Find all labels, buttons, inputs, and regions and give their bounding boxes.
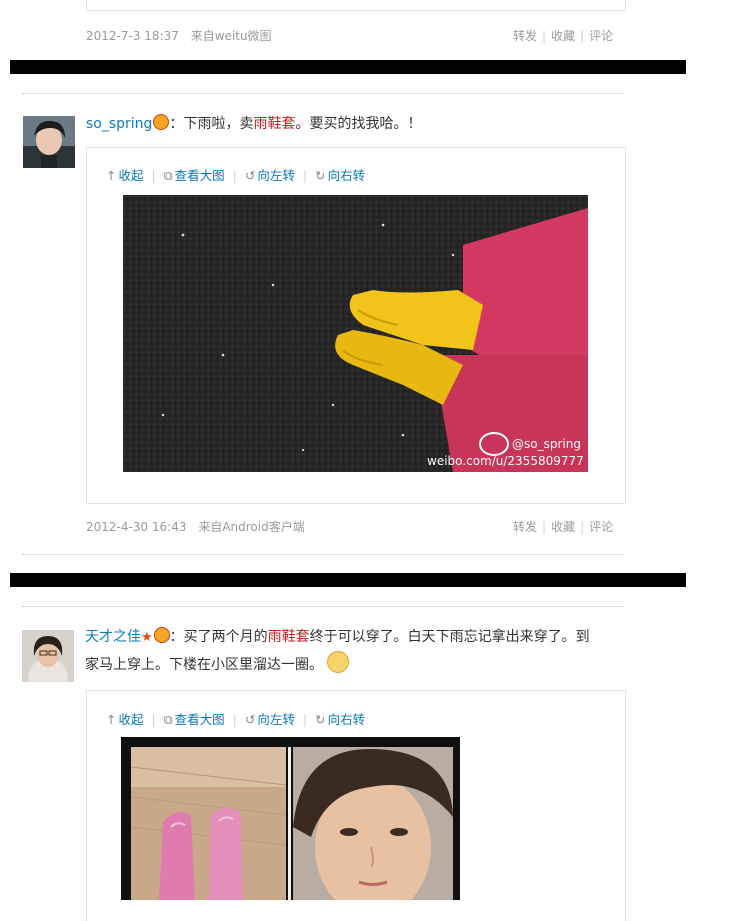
divider-bar — [10, 573, 686, 587]
rotate-left-label: 向左转 — [257, 712, 295, 727]
avatar[interactable] — [23, 116, 75, 168]
view-large-label: 查看大图 — [174, 712, 225, 727]
crown-emoji-icon — [153, 627, 170, 643]
separator: | — [542, 520, 547, 534]
post0-date[interactable]: 2012-7-3 18:37 — [86, 29, 179, 43]
post2-keyword-link[interactable]: 雨鞋套 — [268, 629, 310, 645]
up-arrow-icon: ↑ — [106, 712, 117, 727]
post2-colon: ： — [169, 629, 184, 645]
collapse-label: 收起 — [118, 712, 144, 727]
view-large-button[interactable]: ⧉ 查看大图 — [164, 168, 225, 183]
post2-image-toolbar: ↑ 收起 | ⧉ 查看大图 | ↺ 向左转 | ↻ 向右转 — [106, 709, 371, 728]
collapse-button[interactable]: ↑ 收起 — [106, 168, 144, 183]
post0-image-card-bottom — [86, 0, 626, 11]
post2-text-post: 终于可以穿了。白天下雨忘记拿出来穿了。到 — [309, 629, 590, 645]
external-view-icon: ⧉ — [163, 168, 173, 183]
post1-keyword-link[interactable]: 雨鞋套 — [253, 116, 295, 132]
post1-photo[interactable]: @so_spring weibo.com/u/2355809777 — [123, 195, 598, 472]
divider-bar — [10, 60, 686, 74]
post1-comment-link[interactable]: 评论 — [589, 520, 613, 534]
rotate-left-label: 向左转 — [257, 168, 295, 183]
post1-source[interactable]: 来自Android客户端 — [198, 520, 304, 534]
rotate-right-button[interactable]: ↻ 向右转 — [315, 712, 365, 727]
crown-emoji-icon — [153, 114, 170, 130]
rotate-right-icon: ↻ — [315, 168, 326, 183]
rotate-right-label: 向右转 — [327, 168, 366, 183]
shy-emoji-icon — [327, 651, 349, 673]
separator: | — [151, 168, 156, 183]
separator: | — [232, 168, 237, 183]
post0-actions: 转发 | 收藏 | 评论 — [513, 27, 613, 44]
dotted-divider — [22, 93, 624, 94]
rotate-right-button[interactable]: ↻ 向右转 — [315, 168, 365, 183]
post0-favorite-link[interactable]: 收藏 — [551, 29, 575, 43]
post0-comment-link[interactable]: 评论 — [589, 29, 613, 43]
weibo-logo-icon — [479, 432, 509, 456]
collapse-button[interactable]: ↑ 收起 — [106, 712, 144, 727]
post2-text-pre: 买了两个月的 — [183, 629, 268, 645]
separator: | — [151, 712, 156, 727]
separator: | — [302, 712, 308, 727]
post1-text-pre: 下雨啦，卖 — [183, 116, 254, 132]
post0-repost-link[interactable]: 转发 — [513, 29, 537, 43]
separator: | — [580, 520, 585, 534]
post1-meta: 2012-4-30 16:43 来自Android客户端 — [86, 518, 305, 535]
rotate-right-label: 向右转 — [327, 712, 366, 727]
rotate-left-icon: ↺ — [244, 712, 256, 727]
watermark-handle: @so_spring — [512, 437, 581, 451]
post0-source[interactable]: 来自weitu微图 — [191, 29, 272, 43]
external-view-icon: ⧉ — [163, 712, 173, 727]
post1-colon: ： — [169, 116, 184, 132]
rotate-left-button[interactable]: ↺ 向左转 — [245, 168, 295, 183]
watermark-url: weibo.com/u/2355809777 — [427, 454, 584, 468]
avatar[interactable] — [22, 630, 74, 682]
rotate-right-icon: ↻ — [315, 712, 326, 727]
dotted-divider — [22, 554, 624, 555]
post1-text: so_spring ：下雨啦，卖雨鞋套。要买的找我哈。！ — [86, 111, 421, 138]
rotate-left-icon: ↺ — [244, 168, 256, 183]
post2-text-line1: 天才之佳★ ：买了两个月的雨鞋套终于可以穿了。白天下雨忘记拿出来穿了。到 — [85, 624, 630, 651]
separator: | — [302, 168, 308, 183]
dotted-divider — [22, 606, 624, 607]
up-arrow-icon: ↑ — [106, 168, 117, 183]
view-large-label: 查看大图 — [174, 168, 225, 183]
post1-repost-link[interactable]: 转发 — [513, 520, 537, 534]
post0-meta: 2012-7-3 18:37 来自weitu微图 — [86, 27, 272, 44]
post2-text-line2-content: 家马上穿上。下楼在小区里溜达一圈。 — [85, 657, 323, 673]
post1-date[interactable]: 2012-4-30 16:43 — [86, 520, 187, 534]
post1-text-post: 。要买的找我哈。！ — [295, 116, 422, 132]
collapse-label: 收起 — [118, 168, 144, 183]
post2-text: 天才之佳★ ：买了两个月的雨鞋套终于可以穿了。白天下雨忘记拿出来穿了。到 家马上穿… — [85, 624, 630, 679]
post2-username[interactable]: 天才之佳 — [85, 629, 141, 645]
view-large-button[interactable]: ⧉ 查看大图 — [164, 712, 225, 727]
separator: | — [232, 712, 237, 727]
post2-photo[interactable] — [121, 737, 460, 917]
rotate-left-button[interactable]: ↺ 向左转 — [245, 712, 295, 727]
separator: | — [580, 29, 585, 43]
post2-text-line2: 家马上穿上。下楼在小区里溜达一圈。 — [85, 651, 630, 679]
separator: | — [542, 29, 547, 43]
post1-image-toolbar: ↑ 收起 | ⧉ 查看大图 | ↺ 向左转 | ↻ 向右转 — [106, 165, 371, 184]
post1-actions: 转发 | 收藏 | 评论 — [513, 518, 613, 535]
post1-favorite-link[interactable]: 收藏 — [551, 520, 575, 534]
post1-username[interactable]: so_spring — [86, 116, 152, 132]
star-icon: ★ — [141, 630, 153, 645]
